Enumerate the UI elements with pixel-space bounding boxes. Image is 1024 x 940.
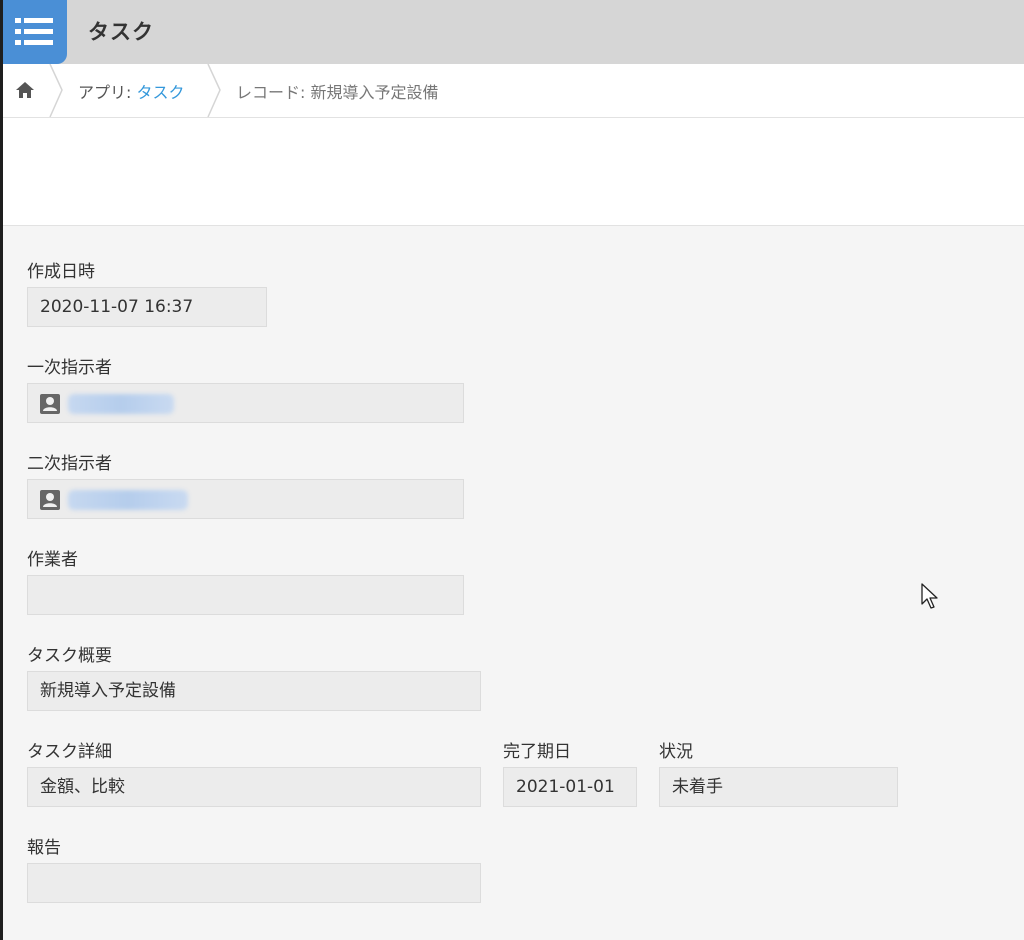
window-left-edge bbox=[0, 0, 3, 940]
user-icon bbox=[40, 490, 60, 510]
primary-assigner-field bbox=[27, 383, 464, 423]
breadcrumb-separator bbox=[49, 64, 63, 117]
report-label: 報告 bbox=[27, 838, 61, 858]
task-detail-value: 金額、比較 bbox=[27, 767, 481, 807]
worker-field bbox=[27, 575, 464, 615]
primary-assigner-label: 一次指示者 bbox=[27, 358, 112, 378]
report-field bbox=[27, 863, 481, 903]
created-at-label: 作成日時 bbox=[27, 262, 95, 282]
status-value: 未着手 bbox=[659, 767, 898, 807]
app-title: タスク bbox=[88, 20, 154, 44]
mouse-cursor-icon bbox=[921, 583, 938, 609]
task-detail-label: タスク詳細 bbox=[27, 742, 112, 762]
created-at-value: 2020-11-07 16:37 bbox=[27, 287, 267, 327]
breadcrumb: アプリ: タスク レコード: 新規導入予定設備 bbox=[0, 64, 1024, 118]
app-header: タスク bbox=[0, 0, 1024, 65]
user-name-link[interactable] bbox=[68, 490, 188, 510]
due-date-label: 完了期日 bbox=[503, 742, 571, 762]
secondary-assigner-field bbox=[27, 479, 464, 519]
task-summary-value: 新規導入予定設備 bbox=[27, 671, 481, 711]
user-icon bbox=[40, 394, 60, 414]
user-name-link[interactable] bbox=[68, 394, 174, 414]
breadcrumb-app-link[interactable]: タスク bbox=[136, 83, 184, 102]
breadcrumb-record: レコード: 新規導入予定設備 bbox=[236, 83, 439, 102]
breadcrumb-app: アプリ: タスク bbox=[78, 79, 185, 103]
list-icon[interactable] bbox=[3, 0, 67, 64]
due-date-value: 2021-01-01 bbox=[503, 767, 637, 807]
worker-label: 作業者 bbox=[27, 550, 78, 570]
status-label: 状況 bbox=[659, 742, 693, 762]
home-icon[interactable] bbox=[14, 80, 36, 100]
breadcrumb-separator bbox=[207, 64, 221, 117]
breadcrumb-app-prefix: アプリ: bbox=[78, 83, 137, 102]
record-toolbar-area bbox=[0, 118, 1024, 226]
task-summary-label: タスク概要 bbox=[27, 646, 112, 666]
secondary-assigner-label: 二次指示者 bbox=[27, 454, 112, 474]
